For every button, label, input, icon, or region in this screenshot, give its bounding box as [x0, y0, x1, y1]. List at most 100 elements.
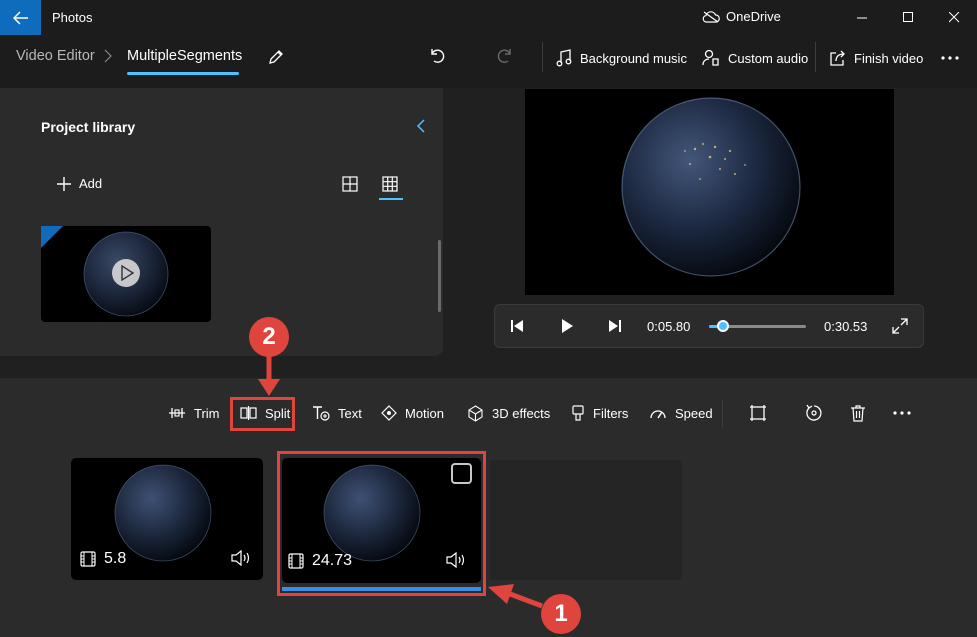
- 3d-effects-label: 3D effects: [492, 405, 551, 421]
- skip-forward-icon: [607, 318, 623, 334]
- trim-icon: [168, 405, 186, 421]
- storyboard-more-button[interactable]: [890, 401, 914, 425]
- play-button[interactable]: [559, 318, 575, 334]
- toolbar-divider: [542, 42, 543, 72]
- step-badge-1: 1: [541, 594, 581, 634]
- project-library-title: Project library: [41, 119, 136, 135]
- more-options-button[interactable]: [941, 56, 959, 60]
- total-time: 0:30.53: [824, 319, 868, 334]
- redo-button[interactable]: [496, 47, 514, 65]
- selected-corner-marker: [41, 226, 63, 248]
- 3d-effects-button[interactable]: 3D effects: [467, 402, 550, 424]
- clip-highlight-box: [277, 451, 486, 596]
- view-active-indicator: [379, 198, 403, 200]
- clip-duration-value: 5.8: [104, 550, 127, 567]
- filters-label: Filters: [593, 405, 629, 421]
- maximize-button[interactable]: [885, 0, 931, 35]
- speed-button[interactable]: Speed: [649, 402, 713, 424]
- rotate-icon: [805, 404, 823, 422]
- motion-icon: [381, 405, 397, 421]
- minimize-button[interactable]: [839, 0, 885, 35]
- breadcrumb-video-editor[interactable]: Video Editor: [16, 48, 95, 64]
- more-icon: [893, 411, 911, 415]
- finish-video-button[interactable]: Finish video: [829, 45, 923, 71]
- motion-button[interactable]: Motion: [381, 402, 444, 424]
- text-label: Text: [338, 405, 362, 421]
- view-small-thumbnails-button[interactable]: [382, 176, 400, 194]
- plus-icon: [57, 176, 71, 191]
- current-time: 0:05.80: [647, 319, 691, 334]
- trim-button[interactable]: Trim: [168, 402, 220, 424]
- seek-bar-thumb[interactable]: [717, 320, 729, 332]
- minimize-icon: [856, 12, 868, 23]
- custom-audio-button[interactable]: Custom audio: [702, 45, 808, 71]
- step-badge-2: 2: [249, 317, 289, 357]
- add-media-button[interactable]: Add: [57, 176, 102, 191]
- text-button[interactable]: Text: [312, 402, 362, 424]
- step-1-arrow: [488, 580, 544, 612]
- crop-icon: [749, 404, 767, 422]
- delete-button[interactable]: [846, 401, 870, 425]
- speed-label: Speed: [675, 405, 713, 421]
- rename-button[interactable]: [267, 48, 285, 66]
- toolbar-divider: [815, 42, 816, 72]
- back-arrow-icon: [12, 10, 29, 25]
- thumbnail-play-button[interactable]: [111, 258, 141, 288]
- music-note-icon: [556, 49, 572, 67]
- onedrive-label: OneDrive: [726, 9, 781, 24]
- motion-label: Motion: [405, 405, 445, 421]
- background-music-label: Background music: [580, 50, 687, 66]
- close-button[interactable]: [931, 0, 977, 35]
- clip-duration: 5.8: [80, 550, 126, 568]
- undo-button[interactable]: [428, 47, 446, 65]
- breadcrumb-project-name[interactable]: MultipleSegments: [127, 48, 242, 64]
- cloud-off-icon: [702, 10, 720, 23]
- chevron-left-icon: [416, 118, 426, 134]
- crop-button[interactable]: [746, 401, 770, 425]
- split-highlight-box: [230, 397, 295, 431]
- play-icon: [112, 259, 140, 287]
- filters-icon: [571, 404, 585, 422]
- fullscreen-button[interactable]: [892, 318, 908, 334]
- breadcrumb-active-indicator: [127, 72, 239, 75]
- grid-large-icon: [382, 176, 400, 192]
- finish-video-label: Finish video: [854, 50, 924, 66]
- filters-button[interactable]: Filters: [571, 402, 628, 424]
- undo-icon: [428, 47, 446, 65]
- close-icon: [948, 12, 960, 23]
- trim-label: Trim: [194, 405, 220, 421]
- storyboard-empty-slot[interactable]: [490, 460, 682, 580]
- film-icon: [80, 551, 96, 567]
- rotate-button[interactable]: [802, 401, 826, 425]
- custom-audio-label: Custom audio: [728, 50, 809, 66]
- share-icon: [829, 50, 846, 67]
- volume-icon: [231, 550, 251, 566]
- title-bar: [0, 0, 977, 36]
- delete-icon: [850, 404, 866, 422]
- text-icon: [312, 405, 330, 421]
- view-large-thumbnails-button[interactable]: [342, 176, 360, 194]
- onedrive-status[interactable]: OneDrive: [702, 9, 781, 24]
- storyboard-clip[interactable]: 5.8: [71, 458, 263, 580]
- skip-back-button[interactable]: [509, 318, 525, 334]
- skip-forward-button[interactable]: [607, 318, 623, 334]
- more-icon: [941, 56, 959, 60]
- 3d-effects-icon: [467, 404, 484, 422]
- storyboard-divider: [722, 400, 723, 428]
- grid-small-icon: [342, 176, 360, 192]
- play-icon: [559, 318, 575, 334]
- clip-volume-button[interactable]: [231, 550, 251, 566]
- custom-audio-icon: [702, 49, 720, 67]
- fullscreen-icon: [892, 318, 908, 334]
- library-scrollbar[interactable]: [438, 240, 441, 312]
- skip-back-icon: [509, 318, 525, 334]
- redo-icon: [496, 47, 514, 65]
- add-label: Add: [79, 176, 103, 191]
- background-music-button[interactable]: Background music: [556, 45, 687, 71]
- back-button[interactable]: [0, 0, 41, 35]
- breadcrumb-separator-icon: [104, 49, 112, 63]
- collapse-library-button[interactable]: [416, 118, 426, 134]
- maximize-icon: [902, 12, 914, 23]
- app-title: Photos: [52, 10, 93, 25]
- speed-icon: [649, 406, 667, 420]
